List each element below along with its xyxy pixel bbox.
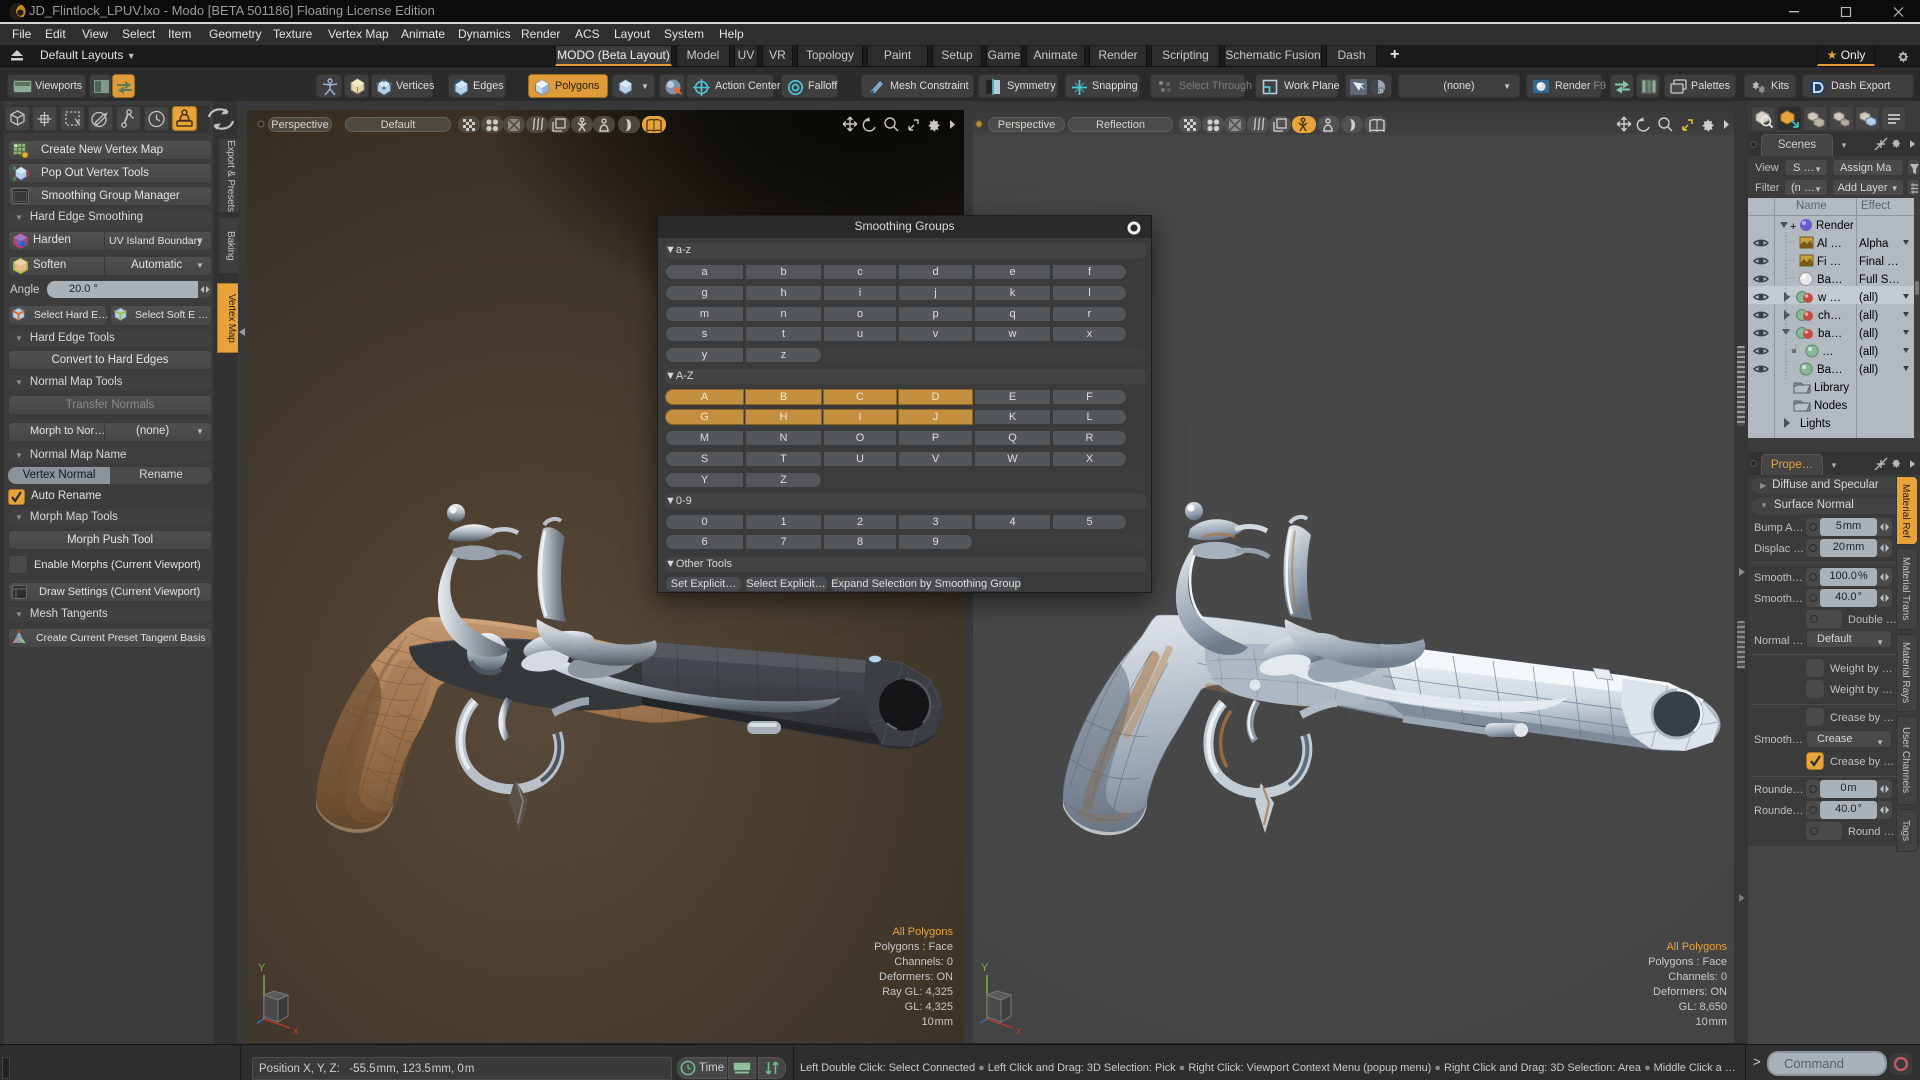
- svg-text:(all): (all): [1859, 328, 1878, 340]
- svg-text:ba…: ba…: [1818, 328, 1842, 340]
- svg-text:Ba…: Ba…: [1817, 274, 1843, 286]
- svg-text:Fi …: Fi …: [1817, 256, 1841, 268]
- svg-text:(all): (all): [1859, 364, 1878, 376]
- svg-text:Full S…: Full S…: [1859, 274, 1900, 286]
- svg-text:Nodes: Nodes: [1814, 400, 1847, 412]
- svg-text:Ba…: Ba…: [1817, 364, 1843, 376]
- svg-text:(all): (all): [1859, 310, 1878, 322]
- svg-text:Render: Render: [1816, 220, 1854, 232]
- svg-text:ch…: ch…: [1818, 310, 1842, 322]
- svg-text:Lights: Lights: [1800, 418, 1831, 430]
- svg-text:Library: Library: [1814, 382, 1849, 394]
- svg-text:(all): (all): [1859, 346, 1878, 358]
- svg-text:(all): (all): [1859, 292, 1878, 304]
- svg-text:Al …: Al …: [1817, 238, 1842, 250]
- svg-text:+: +: [1790, 221, 1796, 233]
- svg-text:Y: Y: [258, 962, 266, 974]
- svg-text:…: …: [1822, 346, 1834, 358]
- svg-text:x: x: [293, 1025, 299, 1037]
- svg-text:x: x: [1016, 1025, 1022, 1037]
- svg-text:Final …: Final …: [1859, 256, 1899, 268]
- svg-text:Alpha: Alpha: [1859, 238, 1889, 250]
- svg-text:w …: w …: [1817, 292, 1841, 304]
- svg-text:Y: Y: [981, 962, 989, 974]
